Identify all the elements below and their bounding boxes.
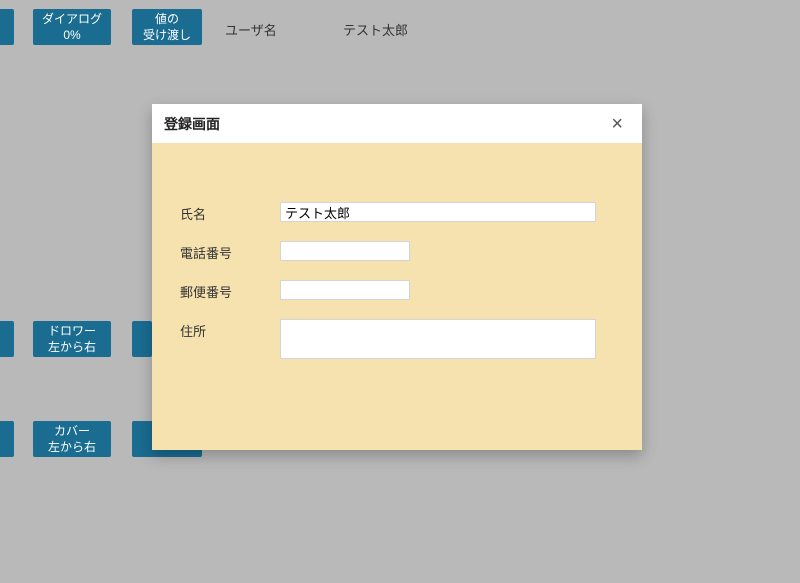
- close-icon[interactable]: ×: [607, 112, 627, 136]
- form-row-name: 氏名: [180, 202, 614, 223]
- dialog-header: 登録画面 ×: [152, 104, 642, 144]
- dialog-body: 氏名 電話番号 郵便番号 住所: [152, 144, 642, 397]
- dialog-title: 登録画面: [164, 114, 220, 134]
- name-label: 氏名: [180, 202, 280, 223]
- address-input[interactable]: [280, 319, 596, 359]
- zip-input[interactable]: [280, 280, 410, 300]
- form-row-zip: 郵便番号: [180, 280, 614, 301]
- form-row-address: 住所: [180, 319, 614, 359]
- name-input[interactable]: [280, 202, 596, 222]
- modal-overlay: 登録画面 × 氏名 電話番号 郵便番号 住所: [0, 0, 800, 583]
- address-label: 住所: [180, 319, 280, 340]
- tel-input[interactable]: [280, 241, 410, 261]
- zip-label: 郵便番号: [180, 280, 280, 301]
- register-dialog: 登録画面 × 氏名 電話番号 郵便番号 住所: [152, 104, 642, 450]
- tel-label: 電話番号: [180, 241, 280, 262]
- form-row-tel: 電話番号: [180, 241, 614, 262]
